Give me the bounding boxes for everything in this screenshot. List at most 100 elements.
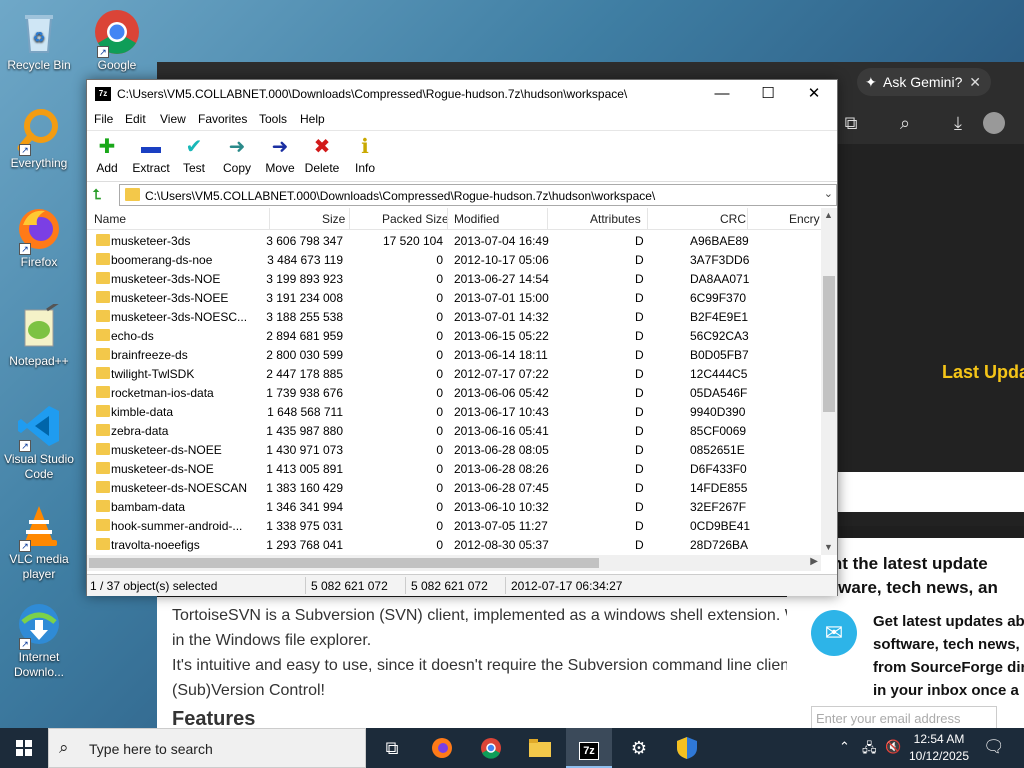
table-row[interactable]: brainfreeze-ds 2 800 030 599 0 2013-06-14 1…	[87, 345, 821, 364]
ask-gemini-button[interactable]: ✦ Ask Gemini? ✕	[857, 68, 991, 96]
menu-favorites[interactable]: Favorites	[198, 112, 247, 126]
info-button[interactable]: ℹ Info	[343, 135, 387, 175]
scroll-thumb[interactable]	[89, 558, 599, 568]
desktop-icon-everything[interactable]: ↗ Everything	[0, 106, 78, 171]
add-button[interactable]: ✚ Add	[85, 135, 129, 175]
table-row[interactable]: travolta-noeefigs 1 293 768 041 0 2012-08-3…	[87, 535, 821, 554]
chevron-up-icon[interactable]: ⌃	[839, 739, 850, 755]
desktop-icon-chrome[interactable]: ↗ Google Chrome	[78, 8, 156, 73]
file-name: musketeer-ds-NOESCAN	[111, 481, 248, 495]
table-row[interactable]: zebra-data 1 435 987 880 0 2013-06-16 05:41…	[87, 421, 821, 440]
menu-edit[interactable]: Edit	[125, 112, 146, 126]
file-crc: 32EF267F	[690, 500, 747, 514]
start-button[interactable]	[0, 728, 48, 768]
minimize-button[interactable]: —	[699, 80, 745, 108]
close-icon[interactable]: ✕	[969, 68, 981, 96]
vertical-scrollbar[interactable]: ▲ ▼	[821, 208, 837, 555]
table-row[interactable]: hook-summer-android-... 1 338 975 031 0 201…	[87, 516, 821, 535]
close-button[interactable]: ✕	[791, 80, 837, 108]
address-bar: ⮤ C:\Users\VM5.COLLABNET.000\Downloads\C…	[87, 181, 837, 207]
taskbar-explorer-icon[interactable]	[517, 728, 563, 768]
delete-button[interactable]: ✖ Delete	[300, 135, 344, 175]
up-folder-icon[interactable]: ⮤	[93, 186, 109, 202]
scroll-thumb[interactable]	[823, 276, 835, 412]
desktop-icon-notepadpp[interactable]: Notepad++	[0, 300, 78, 369]
desktop-icon-idm[interactable]: ↗ Internet Downlo...	[0, 600, 78, 680]
taskbar-7zip-icon[interactable]: 7z	[566, 728, 612, 768]
scroll-down-icon[interactable]: ▼	[824, 542, 833, 552]
table-row[interactable]: boomerang-ds-noe 3 484 673 119 0 2012-10-17…	[87, 250, 821, 269]
folder-icon	[125, 188, 140, 201]
desktop-icon-label: Firefox	[20, 255, 58, 269]
desktop-icon-recycle-bin[interactable]: ♻ Recycle Bin	[0, 8, 78, 73]
table-row[interactable]: kimble-data 1 648 568 711 0 2013-06-17 10:4…	[87, 402, 821, 421]
scroll-right-icon[interactable]: ▶	[810, 556, 818, 567]
table-row[interactable]: musketeer-ds-NOEE 1 430 971 073 0 2013-06-2…	[87, 440, 821, 459]
reader-icon[interactable]: ⌕	[894, 112, 916, 134]
taskbar-search-box[interactable]: ⌕ Type here to search	[48, 728, 366, 768]
copy-button[interactable]: ➜ Copy	[215, 135, 259, 175]
file-packed-size: 0	[436, 519, 443, 533]
table-row[interactable]: musketeer-3ds-NOESC... 3 188 255 538 0 2013…	[87, 307, 821, 326]
column-crc[interactable]: CRC	[720, 212, 746, 226]
menu-file[interactable]: File	[94, 112, 113, 126]
column-attributes[interactable]: Attributes	[590, 212, 641, 226]
file-name: twilight-TwlSDK	[111, 367, 195, 381]
toolbar-label: Move	[265, 161, 295, 175]
vscode-icon: ↗	[15, 402, 63, 452]
path-combobox[interactable]: C:\Users\VM5.COLLABNET.000\Downloads\Com…	[119, 184, 837, 206]
file-modified: 2013-06-28 08:05	[454, 443, 549, 457]
table-row[interactable]: bambam-data 1 346 341 994 0 2013-06-10 10:3…	[87, 497, 821, 516]
notification-icon[interactable]: 🗨	[983, 737, 1005, 757]
maximize-button[interactable]: ☐	[745, 80, 791, 108]
table-row[interactable]: musketeer-ds-NOE 1 413 005 891 0 2013-06-28…	[87, 459, 821, 478]
menu-tools[interactable]: Tools	[259, 112, 287, 126]
table-row[interactable]: musketeer-3ds-NOEE 3 191 234 008 0 2013-07-…	[87, 288, 821, 307]
column-size[interactable]: Size	[322, 212, 345, 226]
file-size: 3 484 673 119	[267, 253, 343, 267]
desktop-icon-vlc[interactable]: ↗ VLC media player	[0, 502, 78, 582]
table-row[interactable]: musketeer-3ds 3 606 798 347 17 520 104 2013…	[87, 231, 821, 250]
taskbar-clock[interactable]: 12:54 AM 10/12/2025	[906, 731, 972, 765]
search-icon: ⌕	[59, 738, 69, 757]
column-encrypted[interactable]: Encry	[789, 212, 820, 226]
taskbar-chrome-icon[interactable]	[468, 728, 514, 768]
extension-icon[interactable]: ⧉	[840, 112, 862, 134]
volume-muted-icon[interactable]: 🔇	[885, 739, 901, 755]
desktop-icon-firefox[interactable]: ↗ Firefox	[0, 205, 78, 270]
taskbar-firefox-icon[interactable]	[419, 728, 465, 768]
table-row[interactable]: twilight-TwlSDK 2 447 178 885 0 2012-07-17 …	[87, 364, 821, 383]
download-icon[interactable]: ⤓	[947, 112, 969, 134]
table-row[interactable]: musketeer-ds-NOESCAN 1 383 160 429 0 2013-0…	[87, 478, 821, 497]
test-button[interactable]: ✔ Test	[172, 135, 216, 175]
column-name[interactable]: Name	[94, 212, 126, 226]
table-row[interactable]: rocketman-ios-data 1 739 938 676 0 2013-06-…	[87, 383, 821, 402]
network-icon[interactable]: 🖧	[862, 739, 877, 761]
menu-view[interactable]: View	[160, 112, 186, 126]
profile-avatar[interactable]	[983, 112, 1005, 134]
file-attributes: D	[635, 538, 644, 552]
taskbar-security-icon[interactable]	[664, 728, 710, 768]
menu-help[interactable]: Help	[300, 112, 325, 126]
chevron-down-icon[interactable]: ⌄	[824, 187, 833, 200]
gemini-sparkle-icon: ✦	[865, 74, 877, 90]
column-packed-size[interactable]: Packed Size	[382, 212, 449, 226]
promo-body: Get latest updates ab software, tech news…	[873, 613, 1024, 699]
table-row[interactable]: echo-ds 2 894 681 959 0 2013-06-15 05:22 D 56…	[87, 326, 821, 345]
column-modified[interactable]: Modified	[454, 212, 499, 226]
horizontal-scrollbar[interactable]: ▶	[87, 555, 821, 571]
file-crc: 0CD9BE41	[690, 519, 751, 533]
search-placeholder: Type here to search	[89, 741, 213, 757]
file-packed-size: 0	[436, 367, 443, 381]
file-modified: 2013-07-05 11:27	[454, 519, 548, 533]
move-button[interactable]: ➜ Move	[258, 135, 302, 175]
task-view-icon[interactable]: ⧉	[369, 728, 415, 768]
file-attributes: D	[635, 291, 644, 305]
scroll-up-icon[interactable]: ▲	[824, 210, 833, 220]
table-row[interactable]: musketeer-3ds-NOE 3 199 893 923 0 2013-06-2…	[87, 269, 821, 288]
extract-button[interactable]: ▬ Extract	[129, 135, 173, 175]
desktop-icon-vscode[interactable]: ↗ Visual Studio Code	[0, 402, 78, 482]
folder-icon	[96, 481, 110, 493]
taskbar-control-panel-icon[interactable]: ⚙	[616, 728, 662, 768]
file-attributes: D	[635, 329, 644, 343]
